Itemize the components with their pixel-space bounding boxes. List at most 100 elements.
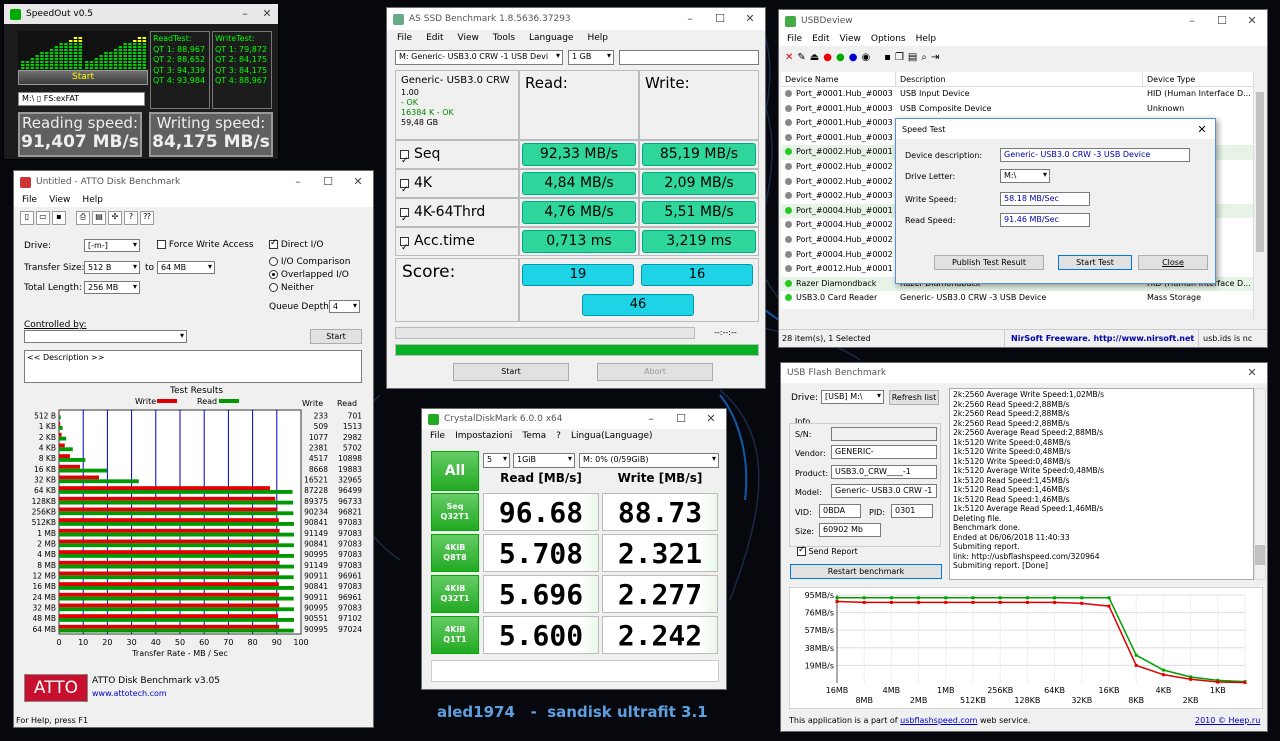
row-checkbox[interactable]: [400, 148, 409, 175]
cdm-test-button-3[interactable]: 4KiB Q1T1: [431, 616, 479, 654]
overlapped-io-radio[interactable]: Overlapped I/O: [269, 270, 349, 280]
scrollbar-thumb[interactable]: [1256, 92, 1264, 252]
cdm-drive-select[interactable]: M: 0% (0/59GiB): [579, 453, 719, 468]
exit-icon[interactable]: ⇥: [931, 52, 939, 68]
speedout-drive-select[interactable]: M:\ ▯ FS:exFAT: [18, 92, 145, 106]
copy-icon[interactable]: ❐: [895, 52, 904, 68]
usbdeview-scrollbar[interactable]: [1253, 72, 1266, 321]
asssd-start-button[interactable]: Start: [453, 363, 569, 381]
menu-item-lingua-language[interactable]: Lingua(Language): [571, 431, 653, 441]
delete-icon[interactable]: ✕: [785, 52, 793, 68]
menu-item-help[interactable]: Help: [82, 195, 103, 205]
cdm-test-button-0[interactable]: Seq Q32T1: [431, 493, 479, 531]
disable-icon[interactable]: ●: [849, 52, 858, 68]
transfer-size-to-select[interactable]: 64 MB: [157, 261, 215, 274]
asssd-abort-button[interactable]: Abort: [597, 363, 713, 381]
transfer-size-from-select[interactable]: 512 B: [84, 261, 140, 274]
save-icon[interactable]: ▪: [52, 211, 66, 225]
cdm-comment-field[interactable]: [431, 660, 719, 682]
move-icon[interactable]: ✣: [108, 211, 122, 225]
neither-radio[interactable]: Neither: [269, 283, 314, 293]
total-length-select[interactable]: 256 MB: [84, 281, 140, 294]
row-checkbox[interactable]: [400, 235, 409, 262]
speedout-start-button[interactable]: Start: [18, 70, 148, 85]
force-write-checkbox[interactable]: Force Write Access: [157, 240, 254, 250]
menu-item-file[interactable]: File: [22, 195, 37, 205]
speed-test-icon[interactable]: ◉: [861, 52, 870, 68]
menu-item-language[interactable]: Language: [529, 33, 573, 43]
table-row[interactable]: USB3.0 Card Reader Generic- USB3.0 CRW -3…: [781, 291, 1253, 306]
save-icon[interactable]: ▪: [884, 52, 891, 68]
properties-icon[interactable]: ✎: [797, 52, 805, 68]
menu-item-help[interactable]: Help: [587, 33, 608, 43]
log-scrollbar-thumb[interactable]: [1255, 545, 1265, 565]
open-icon[interactable]: ▭: [36, 211, 50, 225]
menu-item-view[interactable]: View: [49, 195, 70, 205]
queue-depth-select[interactable]: 4: [329, 300, 360, 313]
ufb-drive-select[interactable]: [USB] M:\: [821, 390, 884, 404]
maximize-icon[interactable]: ☐: [666, 409, 696, 430]
col-description[interactable]: Description: [896, 72, 1143, 86]
asssd-drive-select[interactable]: M: Generic- USB3.0 CRW -1 USB Devi: [395, 50, 563, 65]
menu-item-view[interactable]: View: [458, 33, 479, 43]
close-icon[interactable]: ✕: [343, 171, 373, 193]
table-row[interactable]: Port_#0001.Hub_#0003 USB Composite Device…: [781, 101, 1253, 117]
menu-item-view[interactable]: View: [840, 34, 861, 44]
help-icon[interactable]: ?: [124, 211, 138, 225]
disconnect-icon[interactable]: ●: [823, 52, 832, 68]
menu-item-file[interactable]: File: [397, 33, 412, 43]
drive-select[interactable]: [-m-]: [84, 239, 140, 252]
cdm-count-select[interactable]: 5: [483, 453, 510, 468]
drive-letter-select[interactable]: M:\: [1000, 169, 1050, 183]
minimize-icon[interactable]: –: [234, 4, 256, 25]
log-scrollbar[interactable]: [1254, 388, 1266, 580]
menu-item-tools[interactable]: Tools: [493, 33, 515, 43]
minimize-icon[interactable]: –: [636, 409, 666, 430]
enable-icon[interactable]: ●: [836, 52, 845, 68]
close-icon[interactable]: ✕: [1237, 363, 1267, 384]
close-icon[interactable]: ✕: [1189, 123, 1215, 136]
col-device-type[interactable]: Device Type: [1143, 72, 1253, 86]
asssd-extra-field[interactable]: [619, 50, 759, 65]
speed-test-close-button[interactable]: Close: [1138, 255, 1208, 270]
table-row[interactable]: Port_#0001.Hub_#0003 USB Input Device HID …: [781, 87, 1253, 102]
description-box[interactable]: << Description >>: [24, 350, 362, 383]
maximize-icon[interactable]: ☐: [705, 8, 735, 30]
eject-icon[interactable]: ⏏: [810, 52, 819, 68]
start-test-button[interactable]: Start Test: [1058, 255, 1132, 270]
restart-benchmark-button[interactable]: Restart benchmark: [790, 564, 942, 579]
refresh-list-button[interactable]: Refresh list: [889, 390, 939, 405]
cdm-all-button[interactable]: All: [431, 451, 479, 491]
cdm-test-button-1[interactable]: 4KiB Q8T8: [431, 534, 479, 572]
menu-item-file[interactable]: File: [430, 431, 445, 441]
row-checkbox[interactable]: [400, 177, 409, 204]
direct-io-checkbox[interactable]: Direct I/O: [269, 238, 323, 250]
atto-start-button[interactable]: Start: [310, 329, 362, 344]
maximize-icon[interactable]: ☐: [313, 171, 343, 193]
context-help-icon[interactable]: ⁇: [140, 211, 154, 225]
maximize-icon[interactable]: ☐: [1207, 10, 1237, 32]
heep-link[interactable]: 2010 © Heep.ru: [1195, 716, 1260, 725]
device-description-field[interactable]: Generic- USB3.0 CRW -3 USB Device: [1000, 148, 1190, 162]
usbdeview-hscroll[interactable]: [781, 311, 1253, 321]
new-icon[interactable]: ▯: [20, 211, 34, 225]
menu-item-[interactable]: ?: [556, 431, 561, 441]
send-report-checkbox[interactable]: Send Report: [797, 545, 858, 556]
menu-item-tema[interactable]: Tema: [522, 431, 546, 441]
close-icon[interactable]: ✕: [256, 4, 278, 25]
footer-link[interactable]: usbflashspeed.com: [900, 716, 977, 725]
status-nirsoft-link[interactable]: NirSoft Freeware. http://www.nirsoft.net: [1005, 330, 1199, 347]
atto-url-link[interactable]: www.attotech.com: [92, 689, 167, 698]
print-icon[interactable]: ⎙: [76, 211, 90, 225]
controlled-by-select[interactable]: [24, 330, 187, 343]
close-icon[interactable]: ✕: [696, 409, 726, 430]
cdm-size-select[interactable]: 1GiB: [513, 453, 575, 468]
find-icon[interactable]: ⌕: [921, 52, 927, 68]
publish-result-button[interactable]: Publish Test Result: [934, 255, 1044, 270]
html-report-icon[interactable]: ▤: [908, 52, 917, 68]
menu-item-impostazioni[interactable]: Impostazioni: [455, 431, 512, 441]
menu-item-file[interactable]: File: [787, 34, 802, 44]
minimize-icon[interactable]: –: [1177, 10, 1207, 32]
close-icon[interactable]: ✕: [735, 8, 765, 30]
preview-icon[interactable]: ▤: [92, 211, 106, 225]
